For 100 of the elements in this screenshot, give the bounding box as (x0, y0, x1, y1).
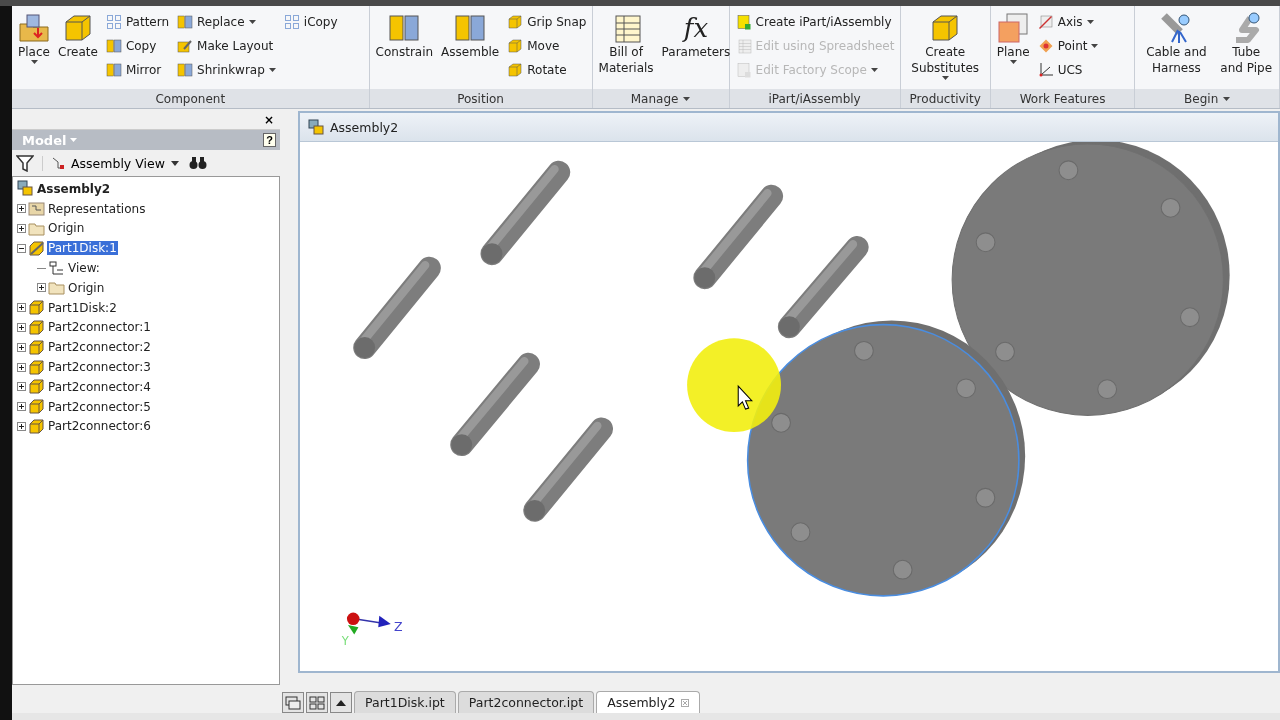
squares-icon (105, 38, 122, 54)
part-icon (28, 338, 45, 356)
expand-icon[interactable] (17, 382, 26, 392)
expand-icon[interactable] (17, 224, 26, 233)
group-label[interactable]: Manage (592, 89, 729, 108)
grid-icon (309, 695, 325, 710)
ribbon-button[interactable]: Assemble (438, 10, 503, 62)
ribbon-button[interactable]: Create iPart/iAssembly (732, 11, 898, 33)
tree-item[interactable]: Part2connector:6 (47, 419, 152, 434)
expand-icon[interactable] (17, 322, 26, 332)
assembly-icon (17, 180, 34, 198)
windows-icon (285, 695, 301, 710)
close-button[interactable]: × (257, 113, 280, 127)
ribbon-button[interactable]: Shrinkwrap (174, 59, 279, 81)
group-label: Productivity (900, 89, 990, 108)
part-icon (28, 358, 45, 376)
ribbon-button[interactable]: Axis (1034, 11, 1102, 33)
hierarchy-icon (51, 156, 65, 170)
document-tab[interactable]: Assembly2 (596, 691, 701, 713)
view-selector[interactable]: Assembly View (42, 155, 181, 171)
ribbon-button[interactable]: Cable and Harness (1138, 10, 1215, 78)
caret-icon (870, 68, 878, 72)
ribbon-button[interactable]: Rotate (504, 59, 590, 81)
tree-item[interactable]: Origin (67, 280, 106, 295)
group-label: Component (12, 89, 369, 108)
help-button[interactable]: ? (263, 133, 276, 147)
squares-icon (177, 62, 194, 78)
expand-icon[interactable] (17, 342, 26, 352)
part-icon (28, 239, 45, 257)
ribbon-button[interactable]: Grip Snap (504, 11, 590, 33)
part-icon (28, 318, 45, 336)
group-label[interactable]: Begin (1135, 89, 1279, 108)
ribbon-button[interactable]: Create (55, 10, 101, 62)
line-icon (1037, 14, 1054, 30)
document-tab[interactable]: Part1Disk.ipt (354, 691, 456, 713)
ribbon-button[interactable]: Copy (102, 35, 173, 57)
tab-list-button[interactable] (330, 692, 352, 713)
expand-icon[interactable] (17, 402, 26, 412)
ribbon-button[interactable]: Mirror (102, 59, 173, 81)
tree-item[interactable]: Part2connector:4 (47, 379, 152, 394)
tree-item[interactable]: Part2connector:3 (47, 360, 152, 375)
ribbon-button[interactable]: Make Layout (174, 35, 279, 57)
ribbon-button[interactable]: fx Parameters (658, 10, 734, 62)
expand-icon[interactable] (17, 362, 26, 372)
collapse-icon[interactable] (17, 243, 26, 253)
expand-icon[interactable] (37, 283, 46, 293)
tree-item[interactable]: Part2connector:2 (47, 340, 152, 355)
ribbon-button[interactable]: Create Substitutes (907, 10, 984, 82)
tree-item[interactable]: Assembly2 (36, 181, 112, 196)
pencil-icon (177, 38, 194, 54)
ribbon-button[interactable]: Pattern (102, 11, 173, 33)
document-icon (308, 119, 324, 135)
tile-button[interactable] (306, 692, 328, 713)
ribbon-button[interactable]: Constrain (372, 10, 437, 62)
ribbon-button[interactable]: Tube and Pipe (1216, 10, 1276, 78)
document-icon (735, 14, 752, 30)
caret-icon (941, 76, 949, 80)
folder-icon (28, 220, 45, 237)
expand-icon[interactable] (17, 421, 26, 431)
caret-icon (1086, 20, 1094, 24)
cube-icon (507, 14, 524, 30)
ribbon-button[interactable]: Bill of Materials (595, 10, 657, 78)
expand-icon[interactable] (17, 204, 26, 214)
tree-item[interactable]: Representations (47, 201, 147, 216)
tree-item[interactable]: View: (67, 261, 101, 276)
cube-icon (507, 38, 524, 54)
representations-icon (28, 200, 45, 218)
grid-icon (105, 14, 122, 30)
document-tab[interactable]: Part2connector.ipt (457, 691, 595, 713)
part-icon (28, 417, 45, 435)
ribbon-button[interactable]: Replace (174, 11, 279, 33)
expand-icon[interactable] (17, 303, 26, 313)
tree-item[interactable]: Part1Disk:2 (47, 300, 118, 315)
ribbon-button[interactable]: Move (504, 35, 590, 57)
cascade-button[interactable] (282, 692, 304, 713)
filter-icon[interactable] (16, 154, 34, 172)
caret-icon (268, 68, 276, 72)
table-icon (735, 38, 752, 54)
folder-icon (18, 12, 50, 44)
tree-item[interactable]: Origin (47, 221, 86, 236)
ribbon-button[interactable]: Plane (993, 10, 1033, 66)
ribbon-button[interactable]: iCopy (280, 11, 341, 33)
caret-icon (30, 60, 38, 64)
window-title: Assembly2 (330, 119, 399, 135)
tree-item[interactable]: Part2connector:5 (47, 399, 152, 414)
cube-icon (507, 62, 524, 78)
part-icon (28, 299, 45, 317)
group-label: Work Features (990, 89, 1135, 108)
ribbon-button[interactable]: Place (15, 10, 53, 66)
caret-icon (170, 160, 179, 166)
folder-icon (48, 279, 65, 297)
ribbon-button[interactable]: Point (1034, 35, 1102, 57)
group-label: iPart/iAssembly (729, 89, 900, 108)
axis-triad-drawing: Z Y (341, 612, 403, 648)
caret-icon (70, 138, 78, 142)
caret-icon (1009, 60, 1017, 64)
tree-item[interactable]: Part1Disk:1 (47, 241, 118, 256)
binoculars-icon[interactable] (188, 156, 207, 170)
tree-item[interactable]: Part2connector:1 (47, 320, 152, 335)
ribbon-button[interactable]: UCS (1034, 59, 1102, 81)
